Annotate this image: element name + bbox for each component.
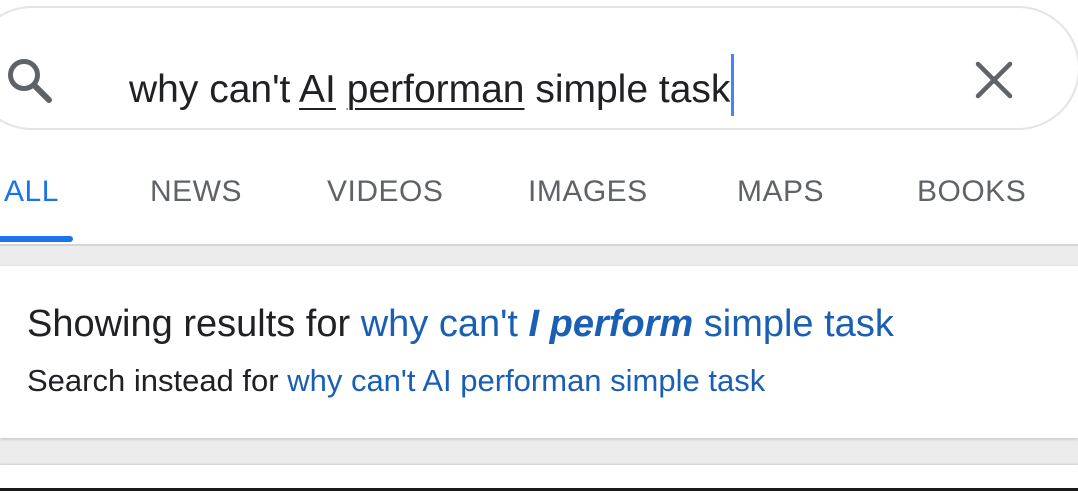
corrected-query-emphasis: I perform bbox=[528, 303, 694, 345]
corrected-query-part: why can't bbox=[360, 303, 529, 345]
search-instead-label: Search instead for bbox=[27, 363, 288, 398]
tab-images[interactable]: IMAGES bbox=[528, 172, 648, 212]
query-text-suffix: simple task bbox=[524, 68, 731, 111]
spelling-correction-card: Showing results for why can't I perform … bbox=[0, 266, 1078, 438]
search-input[interactable]: why can't AI performan simple task bbox=[129, 54, 735, 116]
corrected-query-link[interactable]: why can't I perform simple task bbox=[361, 303, 894, 345]
tab-books[interactable]: BOOKS bbox=[917, 172, 1026, 212]
search-tabs: ALL NEWS VIDEOS IMAGES MAPS BOOKS bbox=[0, 150, 1078, 244]
bottom-border bbox=[0, 488, 1078, 491]
close-icon[interactable] bbox=[972, 58, 1016, 102]
header-divider bbox=[0, 244, 1078, 246]
showing-results-label: Showing results for bbox=[27, 303, 361, 345]
text-cursor bbox=[731, 54, 735, 116]
active-tab-indicator bbox=[0, 236, 73, 242]
tab-videos[interactable]: VIDEOS bbox=[327, 172, 443, 212]
query-text-prefix: why can't bbox=[129, 68, 300, 111]
search-icon[interactable] bbox=[2, 56, 60, 108]
tab-maps[interactable]: MAPS bbox=[737, 172, 824, 212]
search-header: why can't AI performan simple task ALL N… bbox=[0, 0, 1078, 244]
search-instead-line: Search instead for why can't AI performa… bbox=[27, 361, 765, 401]
query-word-misspelled-performan: performan bbox=[346, 68, 525, 111]
corrected-query-part: simple task bbox=[693, 303, 894, 345]
query-word-misspelled-ai: AI bbox=[299, 68, 336, 111]
tab-news[interactable]: NEWS bbox=[150, 172, 242, 212]
tab-all[interactable]: ALL bbox=[4, 172, 59, 212]
original-query-link[interactable]: why can't AI performan simple task bbox=[287, 363, 765, 398]
showing-results-line: Showing results for why can't I perform … bbox=[27, 300, 894, 348]
query-text-space bbox=[336, 68, 347, 111]
search-bar[interactable]: why can't AI performan simple task bbox=[0, 6, 1078, 130]
